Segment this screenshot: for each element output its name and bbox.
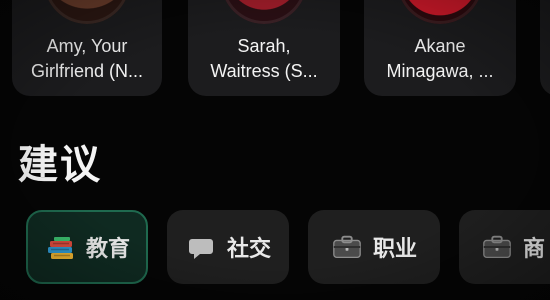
avatar [397,0,483,24]
briefcase-icon [481,231,513,263]
briefcase-icon [331,231,363,263]
character-card-akane[interactable]: Akane Minagawa, ... [364,0,516,96]
chip-social[interactable]: 社交 [167,210,289,284]
avatar [44,0,130,24]
character-carousel: Amy, Your Girlfriend (N... Sarah, Waitre… [0,0,550,98]
books-icon [44,231,76,263]
character-name: Amy, Your Girlfriend (N... [30,36,144,81]
chip-career[interactable]: 职业 [308,210,440,284]
suggestions-title: 建议 [18,142,102,188]
character-card-sarah[interactable]: Sarah, Waitress (S... [188,0,340,96]
speech-bubble-icon [185,231,217,263]
chip-business[interactable]: 商 [459,210,550,284]
chip-label: 社交 [226,237,271,262]
chip-label: 职业 [372,237,417,262]
app-screen: Amy, Your Girlfriend (N... Sarah, Waitre… [0,0,550,300]
character-name: Sarah, Waitress (S... [210,36,318,81]
chip-label: 教育 [85,237,130,262]
character-card-partial[interactable] [540,0,550,96]
suggestions-chips: 教育 社交 职业 商 [0,202,550,286]
chip-education[interactable]: 教育 [26,210,148,284]
character-card-amy[interactable]: Amy, Your Girlfriend (N... [12,0,162,96]
chip-label: 商 [523,237,546,262]
avatar [221,0,307,24]
character-name: Akane Minagawa, ... [386,36,494,81]
